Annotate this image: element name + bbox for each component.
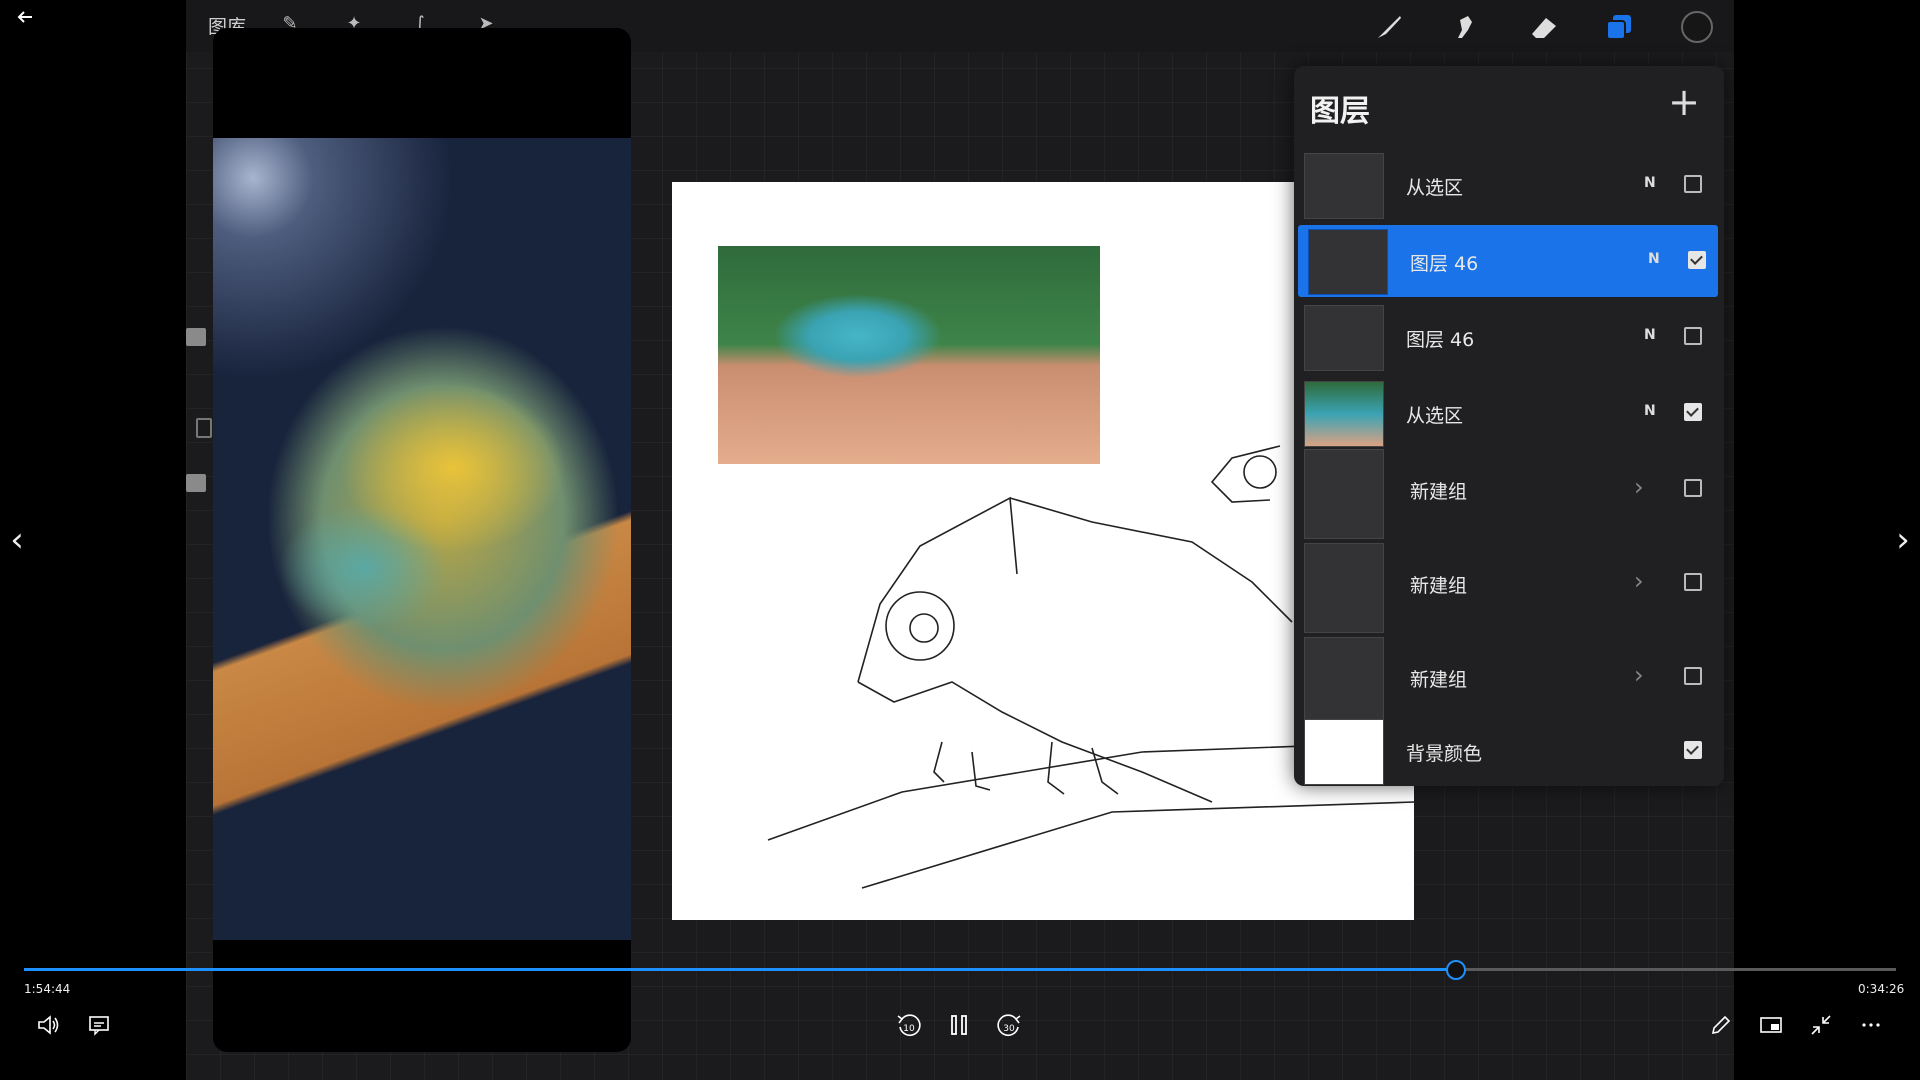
reference-panel <box>213 28 631 1052</box>
skip-forward-label: 30 <box>1003 1024 1015 1034</box>
exit-fullscreen-icon[interactable] <box>1804 1008 1838 1042</box>
brush-icon[interactable] <box>1372 10 1406 44</box>
pause-button[interactable] <box>942 1008 976 1042</box>
edit-pencil-icon[interactable] <box>1704 1008 1738 1042</box>
layer-visibility-checkbox[interactable] <box>1684 741 1702 759</box>
skip-back-label: 10 <box>903 1024 915 1034</box>
layer-visibility-checkbox[interactable] <box>1684 403 1702 421</box>
add-layer-button[interactable]: + <box>1664 83 1704 124</box>
progress-thumb[interactable] <box>1446 960 1467 980</box>
layer-name: 从选区 <box>1406 405 1464 427</box>
layer-visibility-checkbox[interactable] <box>1684 667 1702 685</box>
chameleon-reference-photo <box>213 138 631 940</box>
volume-icon[interactable] <box>32 1008 66 1042</box>
layer-list: 从选区 N 图层 46 N 图层 46 N 从选区 N 新建组 › 新建组 › 新建组 › 背景颜色 <box>1294 149 1724 789</box>
layer-row[interactable]: 背景颜色 <box>1294 715 1724 787</box>
layer-row[interactable]: 新建组 › <box>1294 539 1724 633</box>
mini-view-icon[interactable] <box>1754 1008 1788 1042</box>
subtitles-icon[interactable] <box>82 1008 116 1042</box>
layer-thumbnail <box>1304 719 1384 785</box>
layer-thumbnail <box>1304 637 1384 727</box>
blend-mode-button[interactable]: N <box>1648 251 1660 267</box>
layers-title: 图层 <box>1310 94 1370 129</box>
modify-button[interactable] <box>196 418 212 438</box>
chevron-right-icon[interactable]: › <box>1634 473 1644 501</box>
chevron-right-icon[interactable]: › <box>1634 661 1644 689</box>
layer-row[interactable]: 新建组 › <box>1294 633 1724 727</box>
total-time: 0:34:26 <box>1858 982 1905 996</box>
layer-row[interactable]: 图层 46 N <box>1298 225 1718 297</box>
layer-visibility-checkbox[interactable] <box>1684 175 1702 193</box>
layer-name: 从选区 <box>1406 177 1464 199</box>
blend-mode-button[interactable]: N <box>1644 327 1656 343</box>
layer-name: 图层 46 <box>1410 253 1479 275</box>
layer-name: 新建组 <box>1410 481 1468 503</box>
layer-thumbnail <box>1304 381 1384 447</box>
back-arrow-icon[interactable] <box>8 0 42 34</box>
layer-name: 图层 46 <box>1406 329 1475 351</box>
layer-visibility-checkbox[interactable] <box>1684 573 1702 591</box>
eraser-icon[interactable] <box>1526 10 1560 44</box>
layers-icon[interactable] <box>1602 10 1636 44</box>
blend-mode-button[interactable]: N <box>1644 175 1656 191</box>
opacity-slider[interactable] <box>186 474 206 492</box>
smudge-icon[interactable] <box>1448 10 1482 44</box>
layer-row[interactable]: 图层 46 N <box>1294 301 1724 373</box>
previous-arrow-icon[interactable]: ‹ <box>2 520 32 560</box>
skip-back-10-button[interactable]: 10 <box>892 1008 926 1042</box>
layer-thumbnail <box>1304 543 1384 633</box>
layer-thumbnail <box>1308 229 1388 295</box>
next-arrow-icon[interactable]: › <box>1888 520 1918 560</box>
layer-visibility-checkbox[interactable] <box>1688 251 1706 269</box>
current-time: 1:54:44 <box>24 982 71 996</box>
layer-thumbnail <box>1304 305 1384 371</box>
color-swatch-icon[interactable] <box>1680 10 1714 44</box>
layer-row[interactable]: 从选区 N <box>1294 149 1724 221</box>
progress-bar[interactable] <box>24 960 1896 980</box>
layer-row[interactable]: 新建组 › <box>1294 445 1724 539</box>
layer-name: 新建组 <box>1410 575 1468 597</box>
blend-mode-button[interactable]: N <box>1644 403 1656 419</box>
layer-thumbnail <box>1304 449 1384 539</box>
layer-name: 背景颜色 <box>1406 743 1483 765</box>
layers-panel: 图层 + 从选区 N 图层 46 N 图层 46 N 从选区 N 新建组 › 新建组 › 新建组 › 背景颜… <box>1294 66 1724 786</box>
brush-size-slider[interactable] <box>186 328 206 346</box>
layer-name: 新建组 <box>1410 669 1468 691</box>
layer-row[interactable]: 从选区 N <box>1294 377 1724 449</box>
layer-visibility-checkbox[interactable] <box>1684 327 1702 345</box>
chevron-right-icon[interactable]: › <box>1634 567 1644 595</box>
progress-fill <box>24 968 1457 971</box>
layer-visibility-checkbox[interactable] <box>1684 479 1702 497</box>
video-frame: 图库 ✎ ✦ ∫ ➤ 图层 + 从选区 N 图层 46 N 图层 46 N 从选… <box>186 0 1734 1080</box>
more-options-icon[interactable] <box>1854 1008 1888 1042</box>
skip-forward-30-button[interactable]: 30 <box>992 1008 1026 1042</box>
layer-thumbnail <box>1304 153 1384 219</box>
